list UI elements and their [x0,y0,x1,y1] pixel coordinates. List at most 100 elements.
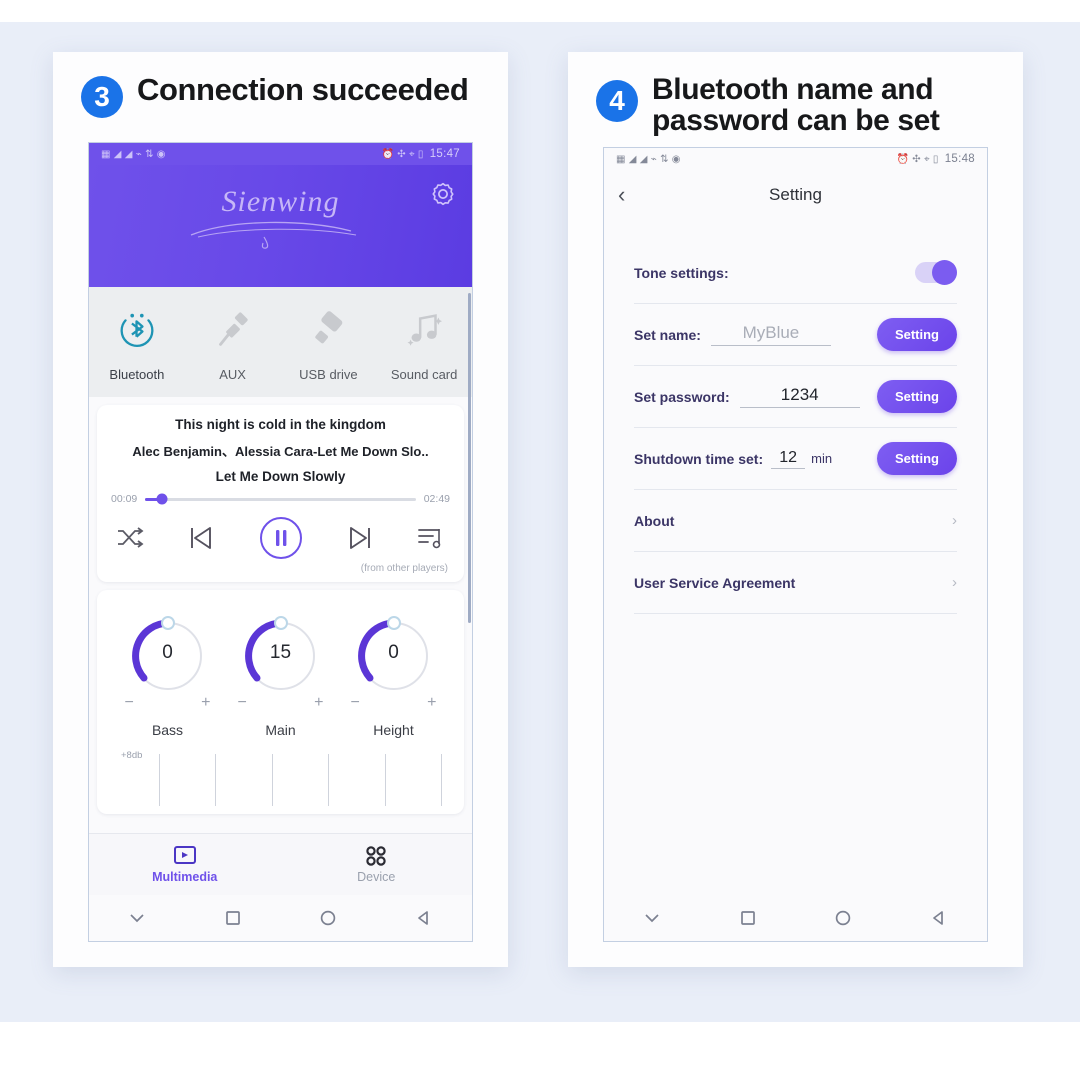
shutdown-time-unit: min [811,451,833,466]
source-usb-drive[interactable]: USB drive [281,303,377,383]
row-user-service-agreement[interactable]: User Service Agreement › [634,552,957,614]
chevron-down-icon[interactable] [127,908,147,928]
signal-1-icon: ◢ [113,148,122,160]
statusbar-phone-4: ▦ ◢ ◢ ⌁ ⇅ ◉ ⏰ ✣ ⌖ ▯ 15:48 [604,148,987,170]
source-aux[interactable]: AUX [185,303,281,383]
signal-2-icon: ◢ [639,153,648,165]
shutdown-time-button[interactable]: Setting [876,442,957,475]
panel-step-3: 3 Connection succeeded ▦ ◢ ◢ ⌁ ⇅ ◉ ⏰ ✣ ⌖… [53,52,508,967]
pause-button[interactable] [258,515,304,561]
equalizer-strip[interactable]: +8db [113,744,448,807]
panel-4-header: 4 Bluetooth name and password can be set [568,52,1023,148]
row-tone-settings: Tone settings: [634,242,957,304]
toggle-knob [932,260,957,285]
bluetooth-icon: ✣ [912,153,921,165]
statusbar-left-icons: ▦ ◢ ◢ ⌁ ⇅ ◉ [101,149,166,160]
elapsed-time: 00:09 [111,493,138,506]
row-set-name: Set name: MyBlue Setting [634,304,957,366]
recent-apps-icon[interactable] [223,908,243,928]
eq-band-line [271,754,273,807]
set-name-input[interactable]: MyBlue [710,323,831,346]
tab-multimedia[interactable]: Multimedia [89,845,281,884]
data-rate-icon: ⇅ [660,153,669,165]
panel-4-title: Bluetooth name and password can be set [652,73,940,138]
chevron-right-icon: › [952,574,957,591]
row-about-label: About [634,512,675,529]
vertical-scrollbar[interactable] [468,293,471,623]
set-name-button[interactable]: Setting [876,318,957,351]
bluetooth-icon: ✣ [397,148,406,160]
location-icon: ⌖ [408,148,415,160]
transport-controls [111,509,450,561]
knob-height-dial[interactable]: 0 [348,612,440,700]
home-icon[interactable] [833,908,853,928]
player-source-note: (from other players) [360,563,448,575]
knob-height-label: Height [373,722,414,739]
tab-device[interactable]: Device [281,845,473,884]
knob-height-value: 0 [388,642,399,664]
aux-plug-icon [185,303,281,357]
previous-button[interactable] [186,523,216,553]
phone-screen-setting: ▦ ◢ ◢ ⌁ ⇅ ◉ ⏰ ✣ ⌖ ▯ 15:48 ‹ Setting Tone… [603,147,988,942]
source-bluetooth[interactable]: Bluetooth [89,303,185,383]
panel-3-title: Connection succeeded [137,72,469,107]
setting-appbar: ‹ Setting [604,170,987,220]
source-selector: Bluetooth AUX USB drive Sound card [89,287,472,398]
knob-bass-value: 0 [162,642,173,664]
knob-main-value: 15 [269,642,292,664]
tone-knobs-card: 0 − + Bass 15 − + Main 0 − + Height +8db [97,590,464,815]
battery-icon: ▯ [932,153,939,165]
row-set-name-label: Set name: [634,326,701,343]
track-line-3: Let Me Down Slowly [215,469,346,485]
source-sound-card-label: Sound card [390,367,458,382]
row-shutdown-time-label: Shutdown time set: [634,450,764,467]
track-line-2: Alec Benjamin、Alessia Cara-Let Me Down S… [132,444,429,460]
seek-bar[interactable]: 00:09 02:49 [111,493,450,505]
step-badge-3: 3 [81,76,123,118]
knob-main-dial[interactable]: 15 [235,612,327,700]
row-about[interactable]: About › [634,490,957,552]
usb-drive-icon [281,303,377,357]
settings-gear-button[interactable] [430,181,456,207]
statusbar-right-icons: ⏰ ✣ ⌖ ▯ 15:47 [382,148,460,160]
next-icon [349,527,370,550]
set-password-button[interactable]: Setting [876,380,957,413]
wifi-icon: ⌁ [650,153,658,165]
sim-card-icon: ▦ [101,148,111,160]
knob-bass[interactable]: 0 − + Bass [113,612,223,738]
back-icon[interactable] [414,908,434,928]
knob-bass-dial[interactable]: 0 [122,612,214,700]
playlist-button[interactable] [416,524,446,552]
brand-logo: Sienwing [89,185,472,249]
shutdown-time-input[interactable]: 12 [771,449,806,469]
knob-group: 0 − + Bass 15 − + Main 0 − + Height [111,602,450,740]
back-icon[interactable] [929,908,949,928]
gear-icon [432,182,454,206]
seek-rail[interactable] [145,493,416,505]
source-sound-card[interactable]: Sound card [376,303,472,383]
step-badge-4: 4 [596,80,638,122]
row-set-password-label: Set password: [634,388,730,405]
player-card: This night is cold in the kingdom Alec B… [97,405,464,583]
eq-band-line [384,754,386,807]
recent-apps-icon[interactable] [738,908,758,928]
setting-title: Setting [769,185,822,204]
knob-main[interactable]: 15 − + Main [226,612,336,738]
tone-settings-toggle[interactable] [915,260,957,285]
panel-step-4: 4 Bluetooth name and password can be set… [568,52,1023,967]
wifi-icon: ⌁ [135,148,143,160]
shuffle-button[interactable] [115,525,145,551]
chevron-down-icon[interactable] [642,908,662,928]
set-password-input[interactable]: 1234 [739,385,860,408]
panel-3-header: 3 Connection succeeded [53,52,508,130]
brand-text: Sienwing [221,185,340,218]
data-rate-icon: ⇅ [145,148,154,160]
seek-knob[interactable] [156,493,167,505]
home-icon[interactable] [318,908,338,928]
eq-band-line [440,754,442,807]
device-grid-icon [366,846,386,866]
knob-height[interactable]: 0 − + Height [339,612,449,738]
sim-card-icon: ▦ [616,153,626,165]
next-button[interactable] [345,523,375,553]
knob-main-label: Main [265,722,296,739]
